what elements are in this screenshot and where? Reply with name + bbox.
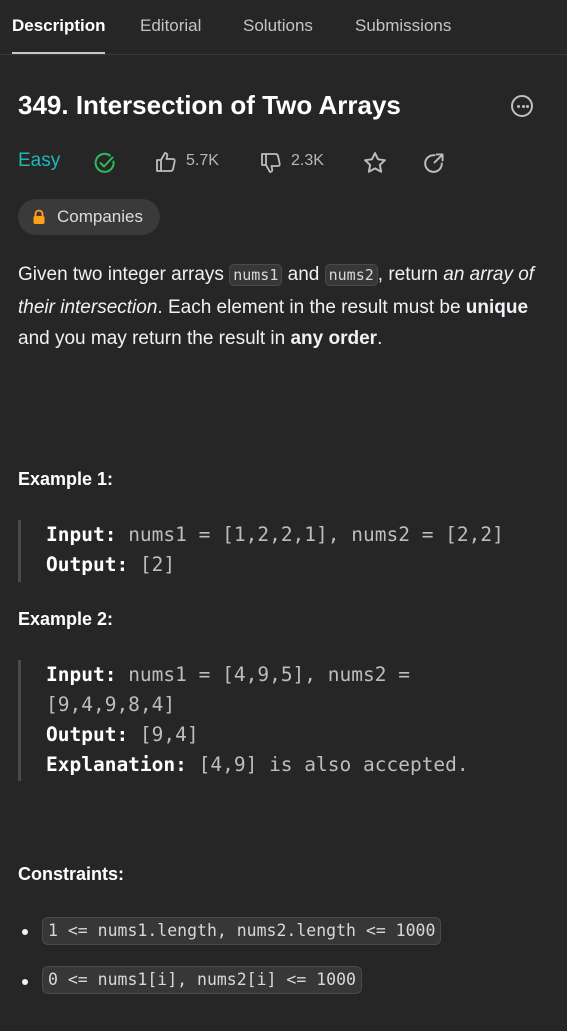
- inline-code-nums2: nums2: [324, 264, 378, 286]
- constraints-heading: Constraints:: [18, 864, 125, 884]
- problem-title: 349. Intersection of Two Arrays: [18, 90, 401, 120]
- difficulty-badge: Easy: [18, 150, 61, 171]
- inline-code-nums1: nums1: [229, 264, 283, 286]
- constraint-item: 1 <= nums1.length, nums2.length <= 1000: [42, 917, 442, 945]
- thumbs-down-icon[interactable]: [259, 151, 283, 175]
- example-1-block: Input: nums1 = [1,2,2,1], nums2 = [2,2] …: [18, 520, 553, 582]
- star-icon[interactable]: [362, 150, 388, 176]
- tab-editorial[interactable]: Editorial: [140, 16, 201, 36]
- solved-check-icon: [94, 152, 115, 173]
- companies-button[interactable]: Companies: [18, 199, 160, 235]
- example-1-heading: Example 1:: [18, 469, 114, 489]
- thumbs-up-icon[interactable]: [154, 150, 178, 174]
- companies-label: Companies: [57, 207, 143, 226]
- constraint-item: 0 <= nums1[i], nums2[i] <= 1000: [42, 966, 362, 994]
- more-icon[interactable]: [511, 95, 533, 117]
- bullet: [22, 929, 28, 935]
- tab-bar: Description Editorial Solutions Submissi…: [0, 0, 567, 55]
- bullet: [22, 979, 28, 985]
- share-icon[interactable]: [421, 151, 446, 176]
- likes-count: 5.7K: [186, 152, 219, 169]
- lock-icon: [33, 209, 45, 224]
- example-2-heading: Example 2:: [18, 609, 114, 629]
- tab-description[interactable]: Description: [12, 16, 106, 36]
- dislikes-count: 2.3K: [291, 152, 324, 169]
- tab-submissions[interactable]: Submissions: [355, 16, 451, 36]
- tab-solutions[interactable]: Solutions: [243, 16, 313, 36]
- active-tab-indicator: [12, 52, 105, 54]
- example-2-block: Input: nums1 = [4,9,5], nums2 = [9,4,9,8…: [18, 660, 553, 781]
- problem-description: Given two integer arrays nums1 and nums2…: [18, 264, 535, 349]
